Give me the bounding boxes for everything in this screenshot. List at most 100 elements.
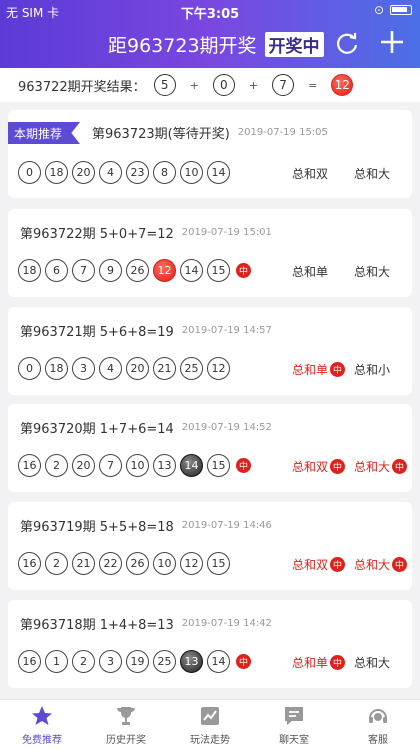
ball: 3 xyxy=(72,357,95,380)
ball: 18 xyxy=(45,357,68,380)
tab-customer-service[interactable]: 客服 xyxy=(336,700,420,750)
recommend-tag: 总和单中 xyxy=(292,361,346,378)
hit-mark-icon: 中 xyxy=(330,557,346,572)
status-icons: ⊙ xyxy=(374,3,412,17)
history-period-card[interactable]: 第963720期 1+7+6=14 2019-07-19 14:52 16 2 20 7 1… xyxy=(8,404,412,492)
result-ball-2: 0 xyxy=(212,74,235,96)
recommend-tag: 总和双中 xyxy=(292,556,346,573)
countdown-title: 距963723期开奖 xyxy=(108,35,257,57)
period-title: 第963719期 5+5+8=18 xyxy=(20,520,174,535)
ball: 7 xyxy=(72,259,95,282)
history-period-card[interactable]: 第963722期 5+0+7=12 2019-07-19 15:01 18 6 7 9 26… xyxy=(8,209,412,297)
period-title: 第963718期 1+4+8=13 xyxy=(20,618,174,633)
hit-mark-icon: 中 xyxy=(392,557,408,572)
tab-label: 聊天室 xyxy=(279,735,309,746)
recommend-tag: 总和小 xyxy=(354,361,390,378)
ball: 14 xyxy=(207,650,230,673)
ball: 26 xyxy=(126,259,149,282)
hit-mark-icon: 中 xyxy=(330,362,346,377)
ball: 12 xyxy=(207,357,230,380)
ball: 25 xyxy=(180,357,203,380)
recommend-tag-label: 总和大 xyxy=(354,558,391,572)
period-balls: 18 6 7 9 26 12 14 15 中 xyxy=(18,259,251,282)
ball: 21 xyxy=(153,357,176,380)
period-header: 第963718期 1+4+8=13 2019-07-19 14:42 xyxy=(20,614,272,633)
trophy-icon xyxy=(117,707,135,725)
ball: 0 xyxy=(18,357,41,380)
period-time: 2019-07-19 14:52 xyxy=(181,422,272,433)
ball: 7 xyxy=(99,454,122,477)
app-header: 无 SIM 卡 下午3:05 ⊙ 距963723期开奖 开奖中 xyxy=(0,0,420,68)
recommend-tag: 总和单中 xyxy=(292,654,346,671)
ball: 22 xyxy=(99,552,122,575)
ball: 14 xyxy=(180,454,203,477)
hit-mark-icon: 中 xyxy=(392,459,408,474)
recommend-tag: 总和大 xyxy=(354,263,390,280)
last-result-label: 963722期开奖结果： xyxy=(18,79,146,95)
headset-icon xyxy=(369,709,387,723)
result-ball-3: 7 xyxy=(272,74,295,96)
recommend-tag: 总和大中 xyxy=(354,556,408,573)
period-header: 第963721期 5+6+8=19 2019-07-19 14:57 xyxy=(20,321,272,340)
history-period-card[interactable]: 第963718期 1+4+8=13 2019-07-19 14:42 16 1 2 3 19… xyxy=(8,600,412,688)
ball: 16 xyxy=(18,552,41,575)
ball: 15 xyxy=(207,259,230,282)
ball: 1 xyxy=(45,650,68,673)
hit-mark-icon: 中 xyxy=(330,459,346,474)
ball: 10 xyxy=(126,454,149,477)
ball: 3 xyxy=(99,650,122,673)
refresh-icon[interactable] xyxy=(334,30,360,56)
recommend-tag-label: 总和单 xyxy=(292,656,329,670)
ball: 10 xyxy=(153,552,176,575)
plus-sign: + xyxy=(248,78,259,92)
chat-icon xyxy=(285,707,303,725)
ball: 14 xyxy=(180,259,203,282)
result-ball-1: 5 xyxy=(153,74,176,96)
history-period-card[interactable]: 第963719期 5+5+8=18 2019-07-19 14:46 16 2 21 22… xyxy=(8,502,412,590)
ball: 18 xyxy=(18,259,41,282)
ball: 21 xyxy=(72,552,95,575)
tab-label: 历史开奖 xyxy=(106,735,146,746)
tab-history[interactable]: 历史开奖 xyxy=(84,700,168,750)
recommend-tag-label: 总和双 xyxy=(292,460,329,474)
ball: 15 xyxy=(207,552,230,575)
clock: 下午3:05 xyxy=(180,7,240,22)
ball: 16 xyxy=(18,454,41,477)
period-title: 第963720期 1+7+6=14 xyxy=(20,422,174,437)
recommend-tag-label: 总和双 xyxy=(292,558,329,572)
period-time: 2019-07-19 14:57 xyxy=(181,325,272,336)
current-period-time: 2019-07-19 15:05 xyxy=(237,127,328,138)
ball: 13 xyxy=(180,650,203,673)
tab-free-recommend[interactable]: 免费推荐 xyxy=(0,700,84,750)
current-period-title: 第963723期(等待开奖) xyxy=(92,127,230,142)
history-period-card[interactable]: 第963721期 5+6+8=19 2019-07-19 14:57 0 18 3 4 20… xyxy=(8,307,412,395)
tab-label: 免费推荐 xyxy=(22,735,62,746)
current-period-card[interactable]: 本期推荐 第963723期(等待开奖) 2019-07-19 15:05 0 18… xyxy=(8,110,412,198)
hit-mark-icon: 中 xyxy=(330,655,346,670)
period-balls: 16 2 21 22 26 10 12 15 xyxy=(18,552,230,575)
nav-bar: 距963723期开奖 开奖中 xyxy=(0,28,420,62)
current-period-header: 第963723期(等待开奖) 2019-07-19 15:05 xyxy=(92,123,328,142)
recommend-tag-label: 总和大 xyxy=(354,656,391,670)
tab-chatroom[interactable]: 聊天室 xyxy=(252,700,336,750)
ball: 25 xyxy=(153,650,176,673)
ball: 18 xyxy=(45,161,68,184)
period-balls: 16 1 2 3 19 25 13 14 中 xyxy=(18,650,251,673)
ball: 6 xyxy=(45,259,68,282)
ball: 19 xyxy=(126,650,149,673)
period-time: 2019-07-19 14:46 xyxy=(181,520,272,531)
period-title: 第963721期 5+6+8=19 xyxy=(20,325,174,340)
ball: 10 xyxy=(180,161,203,184)
period-header: 第963722期 5+0+7=12 2019-07-19 15:01 xyxy=(20,223,272,242)
ball: 26 xyxy=(126,552,149,575)
last-result-bar: 963722期开奖结果： 5 + 0 + 7 = 12 xyxy=(0,68,420,102)
battery-icon xyxy=(390,5,412,15)
period-title: 第963722期 5+0+7=12 xyxy=(20,227,174,242)
recommend-tag-label: 总和大 xyxy=(354,265,391,279)
tab-trend[interactable]: 玩法走势 xyxy=(168,700,252,750)
ball: 8 xyxy=(153,161,176,184)
recommend-tag-label: 总和单 xyxy=(292,363,329,377)
add-icon[interactable] xyxy=(378,28,406,56)
recommend-tag-label: 总和单 xyxy=(292,265,329,279)
ball: 4 xyxy=(99,357,122,380)
